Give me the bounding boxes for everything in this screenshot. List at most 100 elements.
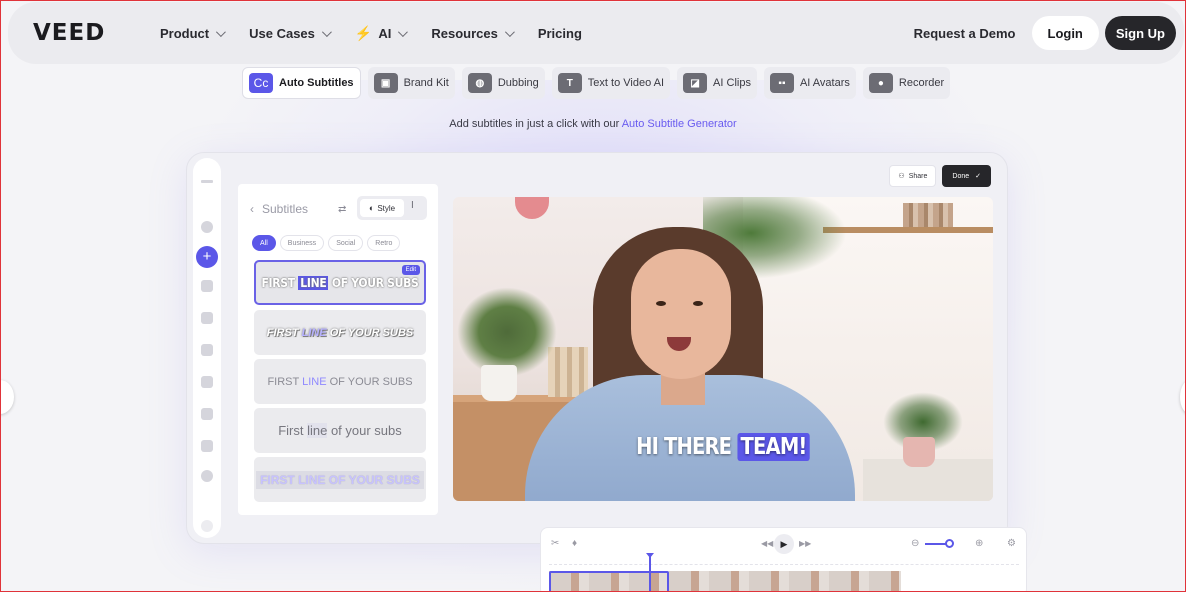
tab-label: Recorder <box>898 77 945 89</box>
nav-menu: Product Use Cases ⚡ AI Resources Pricing <box>160 2 608 64</box>
tool-rail: + <box>193 158 221 538</box>
preset-text: FIRST LINE OF YOUR SUBS <box>266 326 414 339</box>
menu-icon[interactable] <box>201 180 213 183</box>
timeline-panel: ✂ ♦ ◀◀ ▶ ▶▶ ⊖ ⊕ ⚙ <box>540 527 1027 592</box>
panel-header: ‹ Subtitles <box>250 202 308 216</box>
microphone-icon[interactable]: ♦ <box>572 538 577 549</box>
nav-item-use-cases[interactable]: Use Cases <box>249 26 332 41</box>
subtitle-preset-3[interactable]: FIRST LINE OF YOUR SUBS <box>254 359 426 404</box>
clips-icon: ◪ <box>683 73 708 93</box>
top-nav: VEED Product Use Cases ⚡ AI Resources Pr… <box>8 2 1184 64</box>
nav-actions: Request a Demo Login Sign Up <box>914 16 1176 50</box>
selected-clip[interactable] <box>549 571 669 592</box>
subtitle-preset-1[interactable]: Edit FIRST LINE OF YOUR SUBS <box>254 260 426 305</box>
tab-text-to-video[interactable]: T Text to Video AI <box>551 67 671 99</box>
done-button[interactable]: Done ✓ <box>942 165 991 187</box>
nav-item-product[interactable]: Product <box>160 25 226 41</box>
nav-item-label: Product <box>160 25 210 41</box>
preset-text: FIRST LINE OF YOUR SUBS <box>267 375 413 388</box>
share-label: Share <box>908 172 928 180</box>
login-button[interactable]: Login <box>1031 16 1099 50</box>
video-preview[interactable]: HI THERE TEAM! <box>453 197 993 501</box>
tab-ai-avatars[interactable]: ▪▪ AI Avatars <box>763 67 856 99</box>
tab-ai-clips[interactable]: ◪ AI Clips <box>677 67 757 99</box>
recorder-icon: ● <box>868 73 893 93</box>
swap-icon[interactable]: ⇄ <box>338 204 346 215</box>
filter-chips: All Business Social Retro <box>252 235 401 251</box>
tab-brand-kit[interactable]: ▣ Brand Kit <box>367 67 455 99</box>
preset-text: First line of your subs <box>278 423 402 438</box>
chevron-left-icon[interactable]: ‹ <box>250 202 254 216</box>
rewind-icon[interactable]: ◀◀ <box>761 539 773 548</box>
tab-label: Dubbing <box>497 77 539 89</box>
text-to-video-icon: T <box>557 73 582 93</box>
style-toggle: ◐ Style I <box>357 196 427 220</box>
style-button[interactable]: ◐ Style <box>360 199 404 217</box>
settings-icon[interactable] <box>201 221 213 233</box>
gear-icon[interactable]: ⚙ <box>1007 538 1016 549</box>
tab-dubbing[interactable]: ◍ Dubbing <box>461 67 545 99</box>
carousel-prev-button[interactable] <box>0 380 14 414</box>
chevron-down-icon <box>216 26 226 37</box>
record-icon[interactable] <box>201 408 213 420</box>
feature-tabs: Cc Auto Subtitles ▣ Brand Kit ◍ Dubbing … <box>242 67 951 99</box>
video-caption: HI THERE TEAM! <box>494 433 953 461</box>
editor-top-buttons: ⚇ Share Done ✓ <box>889 165 991 187</box>
chip-retro[interactable]: Retro <box>367 235 401 251</box>
filters-icon[interactable] <box>201 470 213 482</box>
add-icon[interactable]: + <box>196 246 218 268</box>
share-button[interactable]: ⚇ Share <box>889 165 937 187</box>
tab-label: Auto Subtitles <box>279 77 354 89</box>
tab-label: AI Avatars <box>799 77 850 89</box>
tab-recorder[interactable]: ● Recorder <box>862 67 951 99</box>
text-icon[interactable] <box>201 344 213 356</box>
chip-all[interactable]: All <box>252 235 276 251</box>
carousel-next-button[interactable] <box>1180 380 1186 414</box>
nav-item-ai[interactable]: ⚡ AI <box>354 24 409 42</box>
help-icon[interactable] <box>201 520 213 532</box>
request-demo-link[interactable]: Request a Demo <box>914 26 1016 41</box>
zoom-slider-handle[interactable] <box>945 539 954 548</box>
subtitle-preset-4[interactable]: First line of your subs <box>254 408 426 453</box>
video-person-eye <box>656 301 666 306</box>
media-icon[interactable] <box>201 440 213 452</box>
text-cursor-icon[interactable]: I <box>411 200 414 211</box>
brand-kit-icon: ▣ <box>373 73 398 93</box>
timeline-ruler <box>549 564 1019 565</box>
tab-label: Brand Kit <box>403 77 449 89</box>
playhead[interactable] <box>649 554 651 592</box>
play-button[interactable]: ▶ <box>774 534 794 554</box>
avatar-icon: ▪▪ <box>769 73 794 93</box>
add-user-icon: ⚇ <box>898 173 905 180</box>
tagline: Add subtitles in just a click with our A… <box>0 118 1186 130</box>
chip-business[interactable]: Business <box>279 235 325 251</box>
fast-forward-icon[interactable]: ▶▶ <box>799 539 811 548</box>
nav-item-pricing[interactable]: Pricing <box>538 26 582 41</box>
auto-subtitle-generator-link[interactable]: Auto Subtitle Generator <box>622 118 737 130</box>
zoom-in-icon[interactable]: ⊕ <box>975 538 983 549</box>
edit-badge[interactable]: Edit <box>401 265 420 275</box>
zoom-out-icon[interactable]: ⊖ <box>911 538 919 549</box>
preset-text: FIRST LINE OF YOUR SUBS <box>256 470 424 489</box>
music-icon[interactable] <box>201 280 213 292</box>
signup-button[interactable]: Sign Up <box>1104 16 1176 50</box>
done-label: Done <box>952 172 970 180</box>
subtitles-panel: ‹ Subtitles ⇄ ◐ Style I All Business Soc… <box>238 184 438 515</box>
elements-icon[interactable] <box>201 376 213 388</box>
bolt-icon: ⚡ <box>354 24 373 41</box>
chevron-down-icon <box>504 26 515 37</box>
video-plant-left <box>457 287 557 377</box>
veed-logo[interactable]: VEED <box>33 20 105 46</box>
nav-item-label: AI <box>378 25 392 41</box>
subtitle-preset-2[interactable]: FIRST LINE OF YOUR SUBS <box>254 310 426 355</box>
tab-auto-subtitles[interactable]: Cc Auto Subtitles <box>242 67 361 99</box>
scissors-icon[interactable]: ✂ <box>551 538 559 549</box>
video-person-eye <box>693 301 703 306</box>
palette-icon: ◐ <box>368 203 375 213</box>
nav-item-label: Pricing <box>537 25 582 41</box>
subtitle-preset-5[interactable]: FIRST LINE OF YOUR SUBS <box>254 457 426 502</box>
video-books <box>903 203 953 227</box>
subtitles-rail-icon[interactable] <box>201 312 213 324</box>
chip-social[interactable]: Social <box>328 235 364 251</box>
nav-item-resources[interactable]: Resources <box>431 26 515 41</box>
